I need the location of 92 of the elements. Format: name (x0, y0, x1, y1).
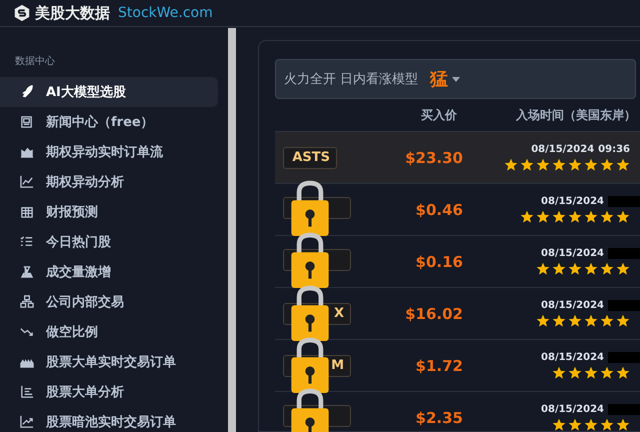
sidebar-item[interactable]: 股票暗池实时交易订单 (0, 407, 218, 432)
redaction-block (608, 300, 640, 310)
star-icon (600, 366, 614, 380)
price-text: $0.46 (414, 200, 463, 218)
star-icon (536, 210, 550, 224)
redaction-block (608, 196, 640, 206)
star-icon (616, 418, 630, 432)
rocket-icon (20, 85, 34, 99)
star-icon (536, 158, 550, 172)
star-icon (600, 418, 614, 432)
price-text: $2.35 (414, 408, 463, 426)
area-chart-icon (20, 145, 34, 159)
column-header: 买入价 (420, 106, 457, 124)
star-icon (552, 418, 566, 432)
bar-list-icon (20, 385, 34, 399)
star-icon (568, 314, 582, 328)
sidebar-item[interactable]: 财报预测 (0, 197, 218, 227)
hierarchy-icon (20, 295, 34, 309)
star-icon (584, 366, 598, 380)
star-icon (568, 262, 582, 276)
trend-up-icon (20, 415, 34, 429)
grid-icon (20, 205, 34, 219)
star-icon (568, 418, 582, 432)
sidebar-item[interactable]: 做空比例 (0, 317, 218, 347)
sidebar-item[interactable]: 成交量激增 (0, 257, 218, 287)
star-icon (584, 158, 598, 172)
star-icon (552, 158, 566, 172)
sidebar-item[interactable]: 期权异动分析 (0, 167, 218, 197)
star-icon (552, 210, 566, 224)
column-header: 入场时间（美国东岸） (515, 106, 637, 124)
star-icon (552, 366, 566, 380)
table-row[interactable]: X $16.02 08/15/2024 (275, 288, 640, 340)
sidebar-item[interactable]: 今日热门股 (0, 227, 218, 257)
star-icon (520, 210, 534, 224)
star-icon (584, 418, 598, 432)
star-icon (616, 210, 630, 224)
sidebar-item[interactable]: 期权异动实时订单流 (0, 137, 218, 167)
price-text: $0.16 (414, 252, 463, 270)
star-icon (584, 210, 598, 224)
table-row[interactable]: ASTS $23.30 08/15/2024 09:36 (275, 132, 640, 184)
star-icon (568, 158, 582, 172)
line-chart-icon (20, 175, 34, 189)
date-text: 08/15/2024 (541, 248, 604, 258)
star-icon (600, 314, 614, 328)
star-icon (600, 158, 614, 172)
date-text: 08/15/2024 (541, 352, 604, 362)
sidebar-item[interactable]: 新闻中心（free） (0, 107, 218, 137)
sidebar-item[interactable]: 股票大单分析 (0, 377, 218, 407)
star-icon (600, 262, 614, 276)
star-icon (616, 366, 630, 380)
star-icon (552, 314, 566, 328)
date-text: 08/15/2024 (541, 404, 604, 414)
brand-domain: StockWe.com (118, 5, 213, 21)
ticker-badge: ASTS (283, 147, 337, 169)
date-text: 08/15/2024 (531, 144, 594, 154)
star-icon (616, 262, 630, 276)
checklist-icon (20, 235, 34, 249)
price-text: $23.30 (404, 148, 463, 166)
caret-icon (452, 76, 460, 82)
star-icon (520, 158, 534, 172)
date-text: 08/15/2024 (541, 196, 604, 206)
sidebar-item[interactable]: AI大模型选股 (0, 77, 218, 107)
model-dropdown[interactable]: 火力全开 日内看涨模型 猛 (275, 59, 636, 99)
star-icon (504, 158, 518, 172)
star-icon (552, 262, 566, 276)
brand-name: 美股大数据 (35, 4, 110, 22)
redaction-block (608, 352, 640, 362)
newspaper-icon (20, 115, 34, 129)
sidebar-item[interactable]: 股票大单实时交易订单 (0, 347, 218, 377)
time-text: 09:36 (598, 144, 630, 154)
redaction-block (608, 248, 640, 258)
star-icon (584, 262, 598, 276)
star-icon (616, 314, 630, 328)
star-icon (600, 210, 614, 224)
logo-icon (13, 4, 31, 22)
table-row[interactable]: M $1.72 08/15/2024 (275, 340, 640, 392)
star-icon (536, 314, 550, 328)
table-row[interactable]: $0.46 08/15/2024 (275, 184, 640, 236)
star-icon (584, 314, 598, 328)
star-icon (568, 366, 582, 380)
date-text: 08/15/2024 (541, 300, 604, 310)
star-icon (616, 158, 630, 172)
price-text: $16.02 (404, 304, 463, 322)
sidebar-item[interactable]: 公司内部交易 (0, 287, 218, 317)
price-text: $1.72 (414, 356, 463, 374)
section-title: 数据中心 (14, 54, 56, 68)
redaction-block (608, 404, 640, 414)
star-icon (568, 210, 582, 224)
star-icon (536, 262, 550, 276)
table-row[interactable]: $2.35 08/15/2024 (275, 392, 640, 432)
scrollbar[interactable] (228, 28, 236, 432)
table-row[interactable]: $0.16 08/15/2024 (275, 236, 640, 288)
